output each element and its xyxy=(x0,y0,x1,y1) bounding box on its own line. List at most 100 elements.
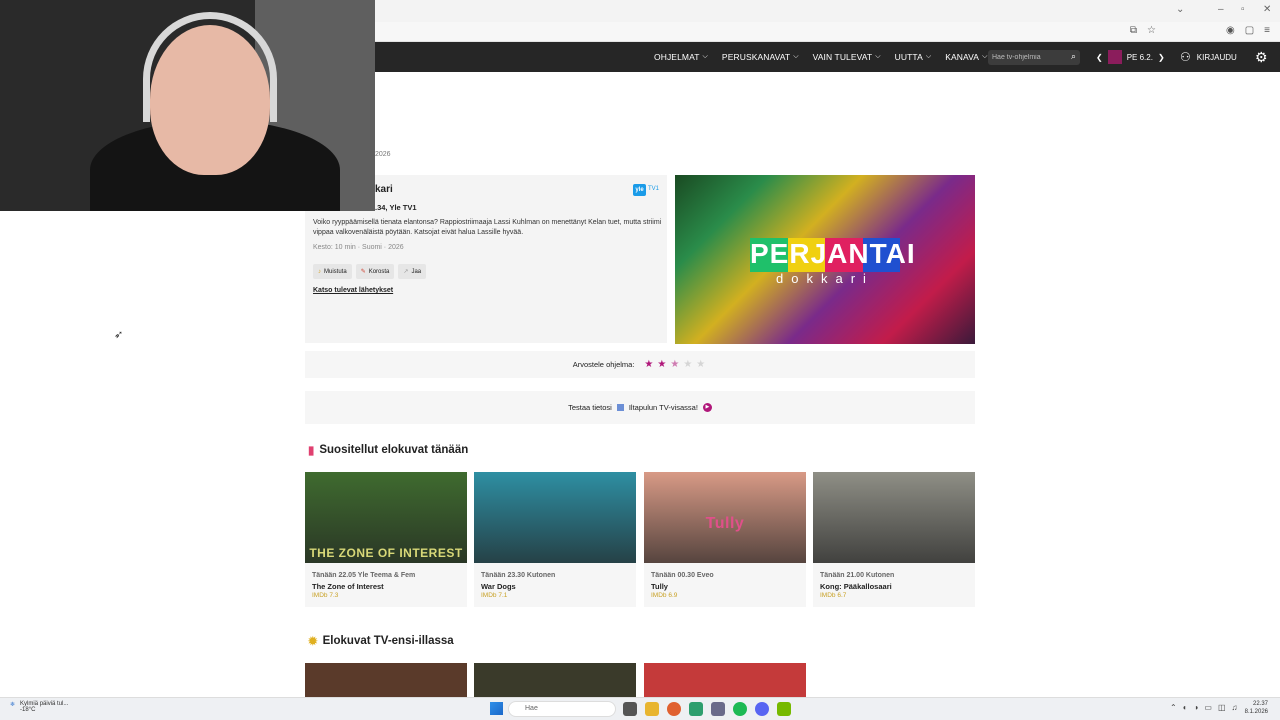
movie-poster: Tully xyxy=(644,472,806,563)
task-view-icon[interactable] xyxy=(623,702,637,716)
chevron-down-icon: ⌵ xyxy=(925,53,932,60)
network-icon[interactable]: ◫ xyxy=(1218,703,1226,712)
share-label: Jaa xyxy=(411,268,422,275)
bell-icon: ♪ xyxy=(318,268,321,275)
rating-stars[interactable]: ★ ★ ★ ★ ★ xyxy=(642,359,707,370)
search-box: ⌕ xyxy=(988,50,1080,65)
search-icon[interactable]: ⌕ xyxy=(1071,51,1076,62)
maximize-icon[interactable]: ▫ xyxy=(1241,4,1245,15)
menu-icon[interactable]: ≡ xyxy=(1264,25,1270,36)
premiere-movie-card[interactable] xyxy=(644,663,806,697)
windows-start-icon[interactable] xyxy=(490,702,503,715)
nav-item-uutta[interactable]: UUTTA ⌵ xyxy=(895,52,932,62)
rating-star-icon[interactable]: ★ xyxy=(670,359,679,370)
monitor-icon[interactable]: ▭ xyxy=(1204,703,1212,712)
extension-icon[interactable]: ◉ xyxy=(1226,25,1235,36)
chevron-down-icon[interactable]: ⌄ xyxy=(1176,4,1184,15)
tray-app-icon[interactable]: ◑ xyxy=(1194,703,1199,712)
chevron-down-icon: ⌵ xyxy=(793,53,799,60)
nav-item-ohjelmat[interactable]: OHJELMAT ⌵ xyxy=(654,52,708,62)
quiz-banner[interactable]: Testaa tietosi Iltapulun TV-visassa! ▶ xyxy=(305,391,975,424)
taskbar-search-label: Hae xyxy=(525,705,538,712)
app-icon[interactable] xyxy=(689,702,703,716)
system-tray: ⌃ ◐ ◑ ▭ ◫ ♫ xyxy=(1170,703,1238,712)
movie-card[interactable]: THE ZONE OF INTEREST Tänään 22.05 Yle Tee… xyxy=(305,472,467,607)
nvidia-icon[interactable] xyxy=(777,702,791,716)
app-icon[interactable] xyxy=(711,702,725,716)
clock-time: 22.37 xyxy=(1252,701,1268,707)
rating-star-icon[interactable]: ★ xyxy=(683,359,692,370)
close-icon[interactable]: ✕ xyxy=(1263,4,1271,15)
file-explorer-icon[interactable] xyxy=(645,702,659,716)
date-label[interactable]: PE 6.2. xyxy=(1127,53,1153,62)
login-label: KIRJAUDU xyxy=(1196,52,1237,62)
quiz-text-before: Testaa tietosi xyxy=(568,403,612,412)
program-title: kari xyxy=(375,184,393,195)
share-icon: ↗ xyxy=(403,269,409,275)
rating-star-icon[interactable]: ★ xyxy=(696,359,705,370)
program-actions: ♪ Muistuta ✎ Korosta ↗ Jaa xyxy=(313,264,427,279)
pen-icon: ✎ xyxy=(360,269,366,275)
main-nav: OHJELMAT ⌵ PERUSKANAVAT ⌵ VAIN TULEVAT ⌵ UU… xyxy=(654,42,987,72)
channel-tag: TV1 xyxy=(648,186,660,192)
gear-icon[interactable]: ⚙ xyxy=(1255,49,1268,66)
movie-imdb: IMDb 6.9 xyxy=(651,592,678,599)
program-hero-image: PERJANTAI dokkari xyxy=(675,175,975,344)
nav-item-peruskanavat[interactable]: PERUSKANAVAT ⌵ xyxy=(722,52,799,62)
tray-app-icon[interactable]: ◐ xyxy=(1183,703,1188,712)
discord-icon[interactable] xyxy=(755,702,769,716)
share-icon[interactable]: ▢ xyxy=(1245,25,1254,36)
star-icon[interactable]: ☆ xyxy=(1147,25,1156,36)
highlight-label: Korosta xyxy=(368,268,390,275)
section-title-text: Elokuvat TV-ensi-illassa xyxy=(322,635,454,647)
movie-imdb: IMDb 6.7 xyxy=(820,592,847,599)
movie-time: Tänään 21.00 Kutonen xyxy=(820,572,895,579)
poster-text: THE ZONE OF INTEREST xyxy=(309,546,463,560)
nav-item-kanava[interactable]: KANAVA ⌵ xyxy=(945,52,987,62)
movie-imdb: IMDb 7.1 xyxy=(481,592,508,599)
clock-date: 8.1.2026 xyxy=(1244,709,1268,715)
movie-poster: THE ZONE OF INTEREST xyxy=(305,472,467,563)
nav-label: UUTTA xyxy=(894,52,923,62)
remind-button[interactable]: ♪ Muistuta xyxy=(313,264,352,279)
translate-icon[interactable]: ⧉ xyxy=(1130,25,1137,36)
weather-icon: ❄ xyxy=(10,702,16,708)
upcoming-link[interactable]: Katso tulevat lähetykset xyxy=(313,287,393,294)
movie-title: War Dogs xyxy=(481,582,516,591)
chevron-left-icon[interactable]: ❮ xyxy=(1096,53,1103,62)
movie-card[interactable]: Tänään 21.00 Kutonen Kong: Pääkallosaari I… xyxy=(813,472,975,607)
rating-star-icon[interactable]: ★ xyxy=(657,359,666,370)
taskbar-search[interactable]: Hae xyxy=(508,701,616,717)
program-meta: Kesto: 10 min · Suomi · 2026 xyxy=(313,244,404,251)
nav-item-vain-tulevat[interactable]: VAIN TULEVAT ⌵ xyxy=(813,52,881,62)
chevron-down-icon: ⌵ xyxy=(875,53,881,60)
rating-star-icon[interactable]: ★ xyxy=(644,359,653,370)
user-icon: ⚇ xyxy=(1180,50,1191,64)
share-button[interactable]: ↗ Jaa xyxy=(398,264,427,279)
firefox-icon[interactable] xyxy=(667,702,681,716)
movie-card[interactable]: Tully Tänään 00.30 Eveo Tully IMDb 6.9 xyxy=(644,472,806,607)
login-button[interactable]: ⚇ KIRJAUDU xyxy=(1180,42,1237,72)
premiere-movie-card[interactable] xyxy=(305,663,467,697)
star-burst-icon: ✹ xyxy=(308,636,318,648)
clock[interactable]: 22.37 8.1.2026 xyxy=(1245,700,1268,716)
volume-icon[interactable]: ♫ xyxy=(1232,703,1238,712)
search-input[interactable] xyxy=(992,51,1062,64)
minimize-icon[interactable]: – xyxy=(1218,4,1224,15)
chevron-up-icon[interactable]: ⌃ xyxy=(1170,703,1177,712)
spotify-icon[interactable] xyxy=(733,702,747,716)
nav-label: KANAVA xyxy=(945,52,980,62)
premiere-movie-card[interactable] xyxy=(474,663,636,697)
highlight-button[interactable]: ✎ Korosta xyxy=(355,264,395,279)
program-time: .34, Yle TV1 xyxy=(375,203,417,212)
chevron-right-icon[interactable]: ❯ xyxy=(1158,53,1165,62)
movie-title: Kong: Pääkallosaari xyxy=(820,582,892,591)
weather-widget[interactable]: ❄ Kylmiä päiviä tul... -18°C xyxy=(10,701,68,713)
program-description: Voiko ryyppäämisellä tienata elantonsa? … xyxy=(313,219,662,236)
quiz-text-after: Iltapulun TV-visassa! xyxy=(628,403,698,412)
movie-card[interactable]: Tänään 23.30 Kutonen War Dogs IMDb 7.1 xyxy=(474,472,636,607)
hero-subtitle: dokkari xyxy=(776,271,874,286)
webcam-overlay xyxy=(0,0,375,211)
section-title-premieres: ✹ Elokuvat TV-ensi-illassa xyxy=(308,634,454,648)
nav-label: OHJELMAT xyxy=(654,52,700,62)
